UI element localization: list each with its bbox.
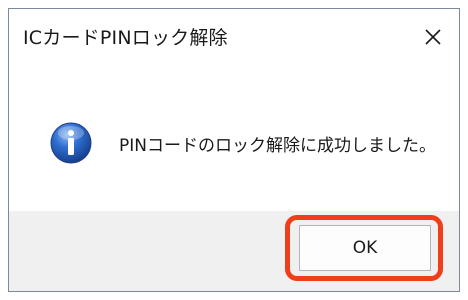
dialog-title: ICカードPINロック解除 xyxy=(23,27,228,49)
title-bar: ICカードPINロック解除 xyxy=(9,9,459,65)
button-bar: OK xyxy=(9,211,459,291)
message-dialog: ICカードPINロック解除 PINコードのロック解除に成功しました。 OK xyxy=(8,8,460,292)
close-icon xyxy=(425,29,441,45)
info-icon xyxy=(50,122,92,164)
ok-button[interactable]: OK xyxy=(299,225,431,271)
dialog-body: PINコードのロック解除に成功しました。 xyxy=(9,65,459,211)
close-button[interactable] xyxy=(413,17,453,57)
dialog-message: PINコードのロック解除に成功しました。 xyxy=(119,136,436,156)
